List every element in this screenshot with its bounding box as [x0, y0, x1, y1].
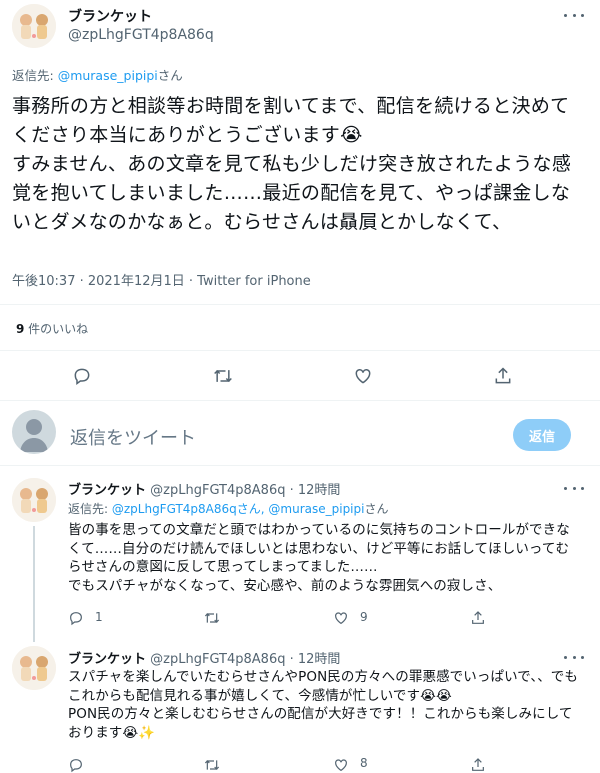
author-name[interactable]: ブランケット [68, 652, 146, 667]
author-name[interactable]: ブランケット [68, 483, 146, 498]
more-options-icon[interactable] [564, 8, 584, 22]
timestamp[interactable]: · 12時間 [290, 652, 341, 667]
like-count: 9 [360, 610, 368, 624]
divider [0, 304, 600, 305]
author-avatar[interactable] [12, 4, 56, 48]
reply-to-line: 返信先: @murase_pipipiさん [12, 65, 183, 84]
more-options-icon[interactable] [564, 481, 584, 495]
share-icon[interactable] [470, 757, 486, 773]
reply-to-handle[interactable]: @murase_pipipi [58, 68, 158, 83]
reply-icon[interactable] [68, 757, 84, 773]
author-handle[interactable]: @zpLhgFGT4p8A86q [68, 27, 214, 43]
author-avatar[interactable] [12, 478, 56, 522]
author-handle[interactable]: @zpLhgFGT4p8A86q [150, 652, 285, 667]
avatar-illustration [12, 478, 56, 522]
retweet-icon[interactable] [203, 757, 221, 773]
reply-header: ブランケット @zpLhgFGT4p8A86q · 12時間 [68, 479, 340, 498]
avatar-illustration [12, 646, 56, 690]
like-icon[interactable] [333, 610, 349, 626]
reply-to-line: 返信先: @zpLhgFGT4p8A86qさん, @murase_pipipiさ… [68, 500, 389, 517]
reply-button[interactable]: 返信 [513, 419, 571, 451]
reply-to-prefix: 返信先: [12, 68, 58, 83]
more-options-icon[interactable] [564, 650, 584, 664]
tweet-meta[interactable]: 午後10:37 · 2021年12月1日 · Twitter for iPhon… [12, 270, 311, 289]
reply-to-suffix: さん [364, 502, 389, 516]
reply-icon[interactable] [72, 366, 92, 386]
author-name[interactable]: ブランケット [68, 6, 152, 26]
thread-line [33, 526, 35, 642]
divider [0, 400, 600, 401]
user-avatar[interactable] [12, 410, 56, 454]
author-handle[interactable]: @zpLhgFGT4p8A86q [150, 483, 285, 498]
reply-text: スパチャを楽しんでいたむらせさんやPON民の方々への罪悪感でいっぱいで、、でもこ… [68, 669, 578, 741]
reply-to-suffix: さん [157, 68, 183, 83]
default-user-icon [20, 419, 48, 452]
like-icon[interactable] [333, 757, 349, 773]
tweet-text: 事務所の方と相談等お時間を割いてまで、配信を続けると決めてくださり本当にありがと… [12, 95, 572, 233]
retweet-icon[interactable] [212, 366, 234, 386]
timestamp[interactable]: · 12時間 [290, 483, 341, 498]
divider [0, 465, 600, 466]
reply-to-prefix: 返信先: [68, 502, 112, 516]
reply-count: 1 [95, 610, 103, 624]
like-count: 8 [360, 756, 368, 770]
divider [0, 350, 600, 351]
reply-text: 皆の事を思っての文章だと頭ではわかっているのに気持ちのコントロールができなくて…… [68, 522, 570, 594]
likes-label: 件のいいね [24, 322, 89, 336]
reply-to-handles[interactable]: @zpLhgFGT4p8A86qさん, @murase_pipipi [112, 502, 365, 516]
reply-header: ブランケット @zpLhgFGT4p8A86q · 12時間 [68, 648, 340, 667]
share-icon[interactable] [470, 610, 486, 626]
avatar-illustration [12, 4, 56, 48]
retweet-icon[interactable] [203, 610, 221, 626]
share-icon[interactable] [493, 366, 513, 386]
like-icon[interactable] [353, 366, 373, 386]
likes-summary[interactable]: 9 件のいいね [16, 320, 88, 337]
reply-input[interactable]: 返信をツイート [70, 424, 196, 450]
author-avatar[interactable] [12, 646, 56, 690]
reply-icon[interactable] [68, 610, 84, 626]
